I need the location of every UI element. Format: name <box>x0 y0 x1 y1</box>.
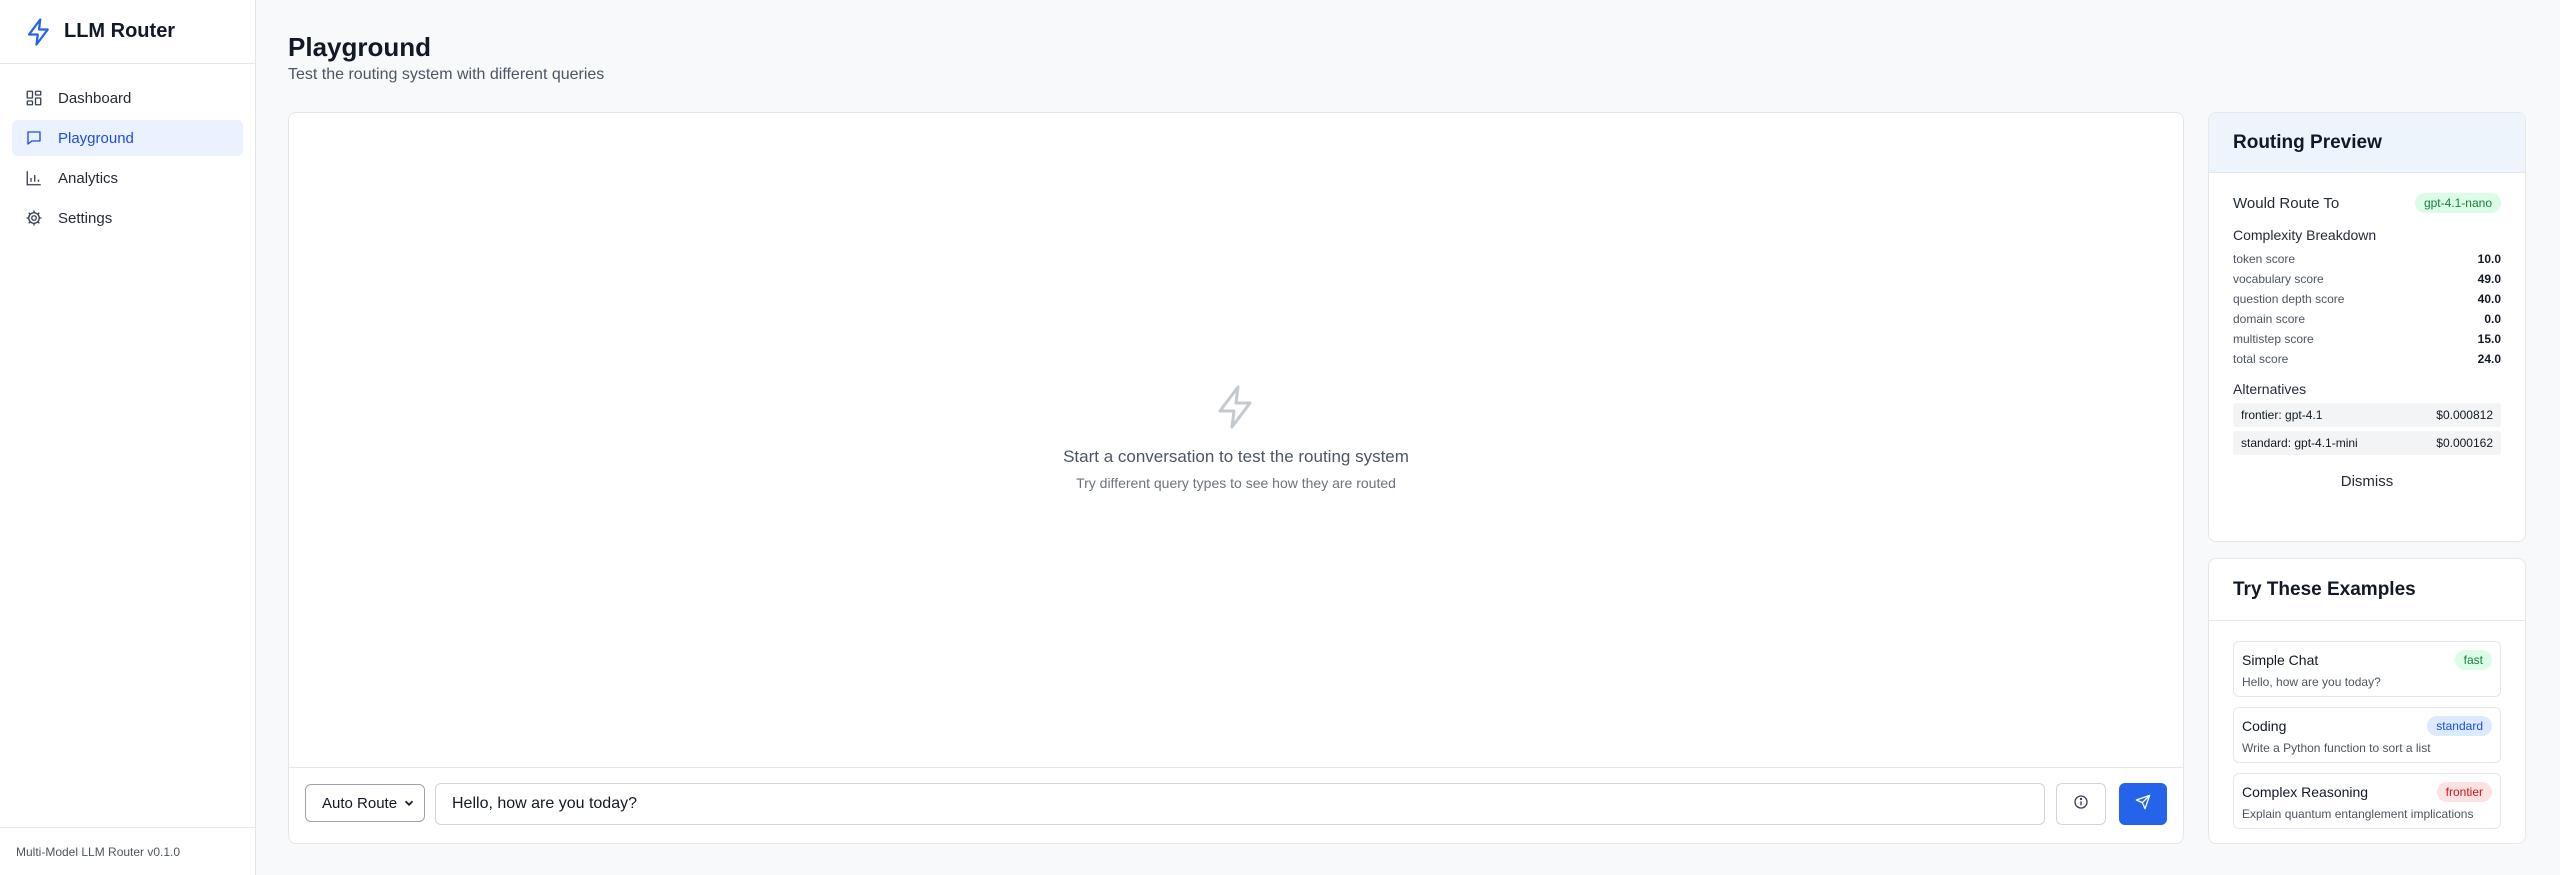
sidebar-item-analytics[interactable]: Analytics <box>12 160 243 196</box>
chat-panel: Start a conversation to test the routing… <box>288 112 2184 844</box>
routing-preview-title: Routing Preview <box>2209 113 2525 173</box>
sidebar-item-dashboard[interactable]: Dashboard <box>12 80 243 116</box>
empty-state-title: Start a conversation to test the routing… <box>1063 447 1409 466</box>
sidebar-item-settings[interactable]: Settings <box>12 200 243 236</box>
sidebar-item-label: Settings <box>58 209 113 227</box>
score-label: vocabulary score <box>2233 272 2324 286</box>
message-input[interactable] <box>435 783 2045 825</box>
send-icon <box>2135 794 2151 815</box>
info-icon <box>2073 794 2089 815</box>
routing-info-button[interactable] <box>2056 783 2106 825</box>
chat-icon <box>24 128 44 148</box>
example-title: Coding <box>2242 718 2287 734</box>
score-row: total score 24.0 <box>2233 349 2501 369</box>
score-value: 49.0 <box>2477 272 2501 286</box>
score-label: domain score <box>2233 312 2306 326</box>
sidebar: LLM Router Dashboard Playground Analytic… <box>0 0 256 875</box>
example-text: Explain quantum entanglement implication… <box>2242 807 2474 821</box>
page-subtitle: Test the routing system with different q… <box>288 66 605 83</box>
examples-title: Try These Examples <box>2209 559 2525 621</box>
score-label: token score <box>2233 252 2296 266</box>
score-label: multistep score <box>2233 332 2314 346</box>
lightning-bolt-icon <box>1212 383 1260 431</box>
score-label: question depth score <box>2233 292 2345 306</box>
model-badge: gpt-4.1-nano <box>2414 193 2501 213</box>
empty-state: Start a conversation to test the routing… <box>289 383 2183 491</box>
version-label: Multi-Model LLM Router v0.1.0 <box>0 827 255 875</box>
example-card-complex-reasoning[interactable]: Complex Reasoning frontier Explain quant… <box>2233 773 2501 829</box>
score-row: question depth score 40.0 <box>2233 289 2501 309</box>
routing-preview-panel: Routing Preview Would Route To gpt-4.1-n… <box>2208 112 2526 542</box>
tier-badge: frontier <box>2436 782 2492 802</box>
tier-badge: standard <box>2427 716 2492 736</box>
tier-badge: fast <box>2454 650 2492 670</box>
example-card-simple-chat[interactable]: Simple Chat fast Hello, how are you toda… <box>2233 641 2501 697</box>
alternative-cost: $0.000812 <box>2436 408 2493 422</box>
score-row: token score 10.0 <box>2233 249 2501 269</box>
gear-icon <box>24 208 44 228</box>
sidebar-item-playground[interactable]: Playground <box>12 120 243 156</box>
bar-chart-icon <box>24 168 44 188</box>
complexity-label: Complexity Breakdown <box>2233 227 2377 243</box>
score-row: vocabulary score 49.0 <box>2233 269 2501 289</box>
sidebar-nav: Dashboard Playground Analytics Settings <box>0 64 255 256</box>
example-title: Complex Reasoning <box>2242 784 2369 800</box>
alternative-label: frontier: gpt-4.1 <box>2241 408 2323 422</box>
sidebar-item-label: Playground <box>58 129 134 147</box>
score-row: domain score 0.0 <box>2233 309 2501 329</box>
page-title: Playground <box>288 32 432 62</box>
examples-panel: Try These Examples Simple Chat fast Hell… <box>2208 558 2526 844</box>
score-value: 24.0 <box>2477 352 2501 366</box>
message-composer: Auto Route <box>289 767 2183 843</box>
dashboard-icon <box>24 88 44 108</box>
score-label: total score <box>2233 352 2289 366</box>
alternative-row: standard: gpt-4.1-mini $0.000162 <box>2233 431 2501 455</box>
score-value: 40.0 <box>2477 292 2501 306</box>
dismiss-button[interactable]: Dismiss <box>2233 473 2501 490</box>
score-value: 10.0 <box>2477 252 2501 266</box>
brand[interactable]: LLM Router <box>0 0 255 64</box>
would-route-row: Would Route To gpt-4.1-nano <box>2233 191 2501 215</box>
lightning-bolt-icon <box>24 17 54 47</box>
send-button[interactable] <box>2119 783 2167 825</box>
sidebar-item-label: Dashboard <box>58 89 132 107</box>
example-title: Simple Chat <box>2242 652 2319 668</box>
score-value: 0.0 <box>2484 312 2501 326</box>
chevron-down-icon <box>402 796 416 810</box>
app-name: LLM Router <box>64 20 176 42</box>
alternative-label: standard: gpt-4.1-mini <box>2241 436 2358 450</box>
alternatives-label: Alternatives <box>2233 381 2307 397</box>
alternative-cost: $0.000162 <box>2436 436 2493 450</box>
score-row: multistep score 15.0 <box>2233 329 2501 349</box>
alternative-row: frontier: gpt-4.1 $0.000812 <box>2233 403 2501 427</box>
example-text: Write a Python function to sort a list <box>2242 741 2431 755</box>
example-card-coding[interactable]: Coding standard Write a Python function … <box>2233 707 2501 763</box>
route-mode-value: Auto Route <box>322 794 398 812</box>
example-text: Hello, how are you today? <box>2242 675 2381 689</box>
score-value: 15.0 <box>2477 332 2501 346</box>
empty-state-subtitle: Try different query types to see how the… <box>1076 475 1396 491</box>
route-mode-select[interactable]: Auto Route <box>305 784 425 822</box>
would-route-label: Would Route To <box>2233 194 2340 212</box>
sidebar-item-label: Analytics <box>58 169 119 187</box>
